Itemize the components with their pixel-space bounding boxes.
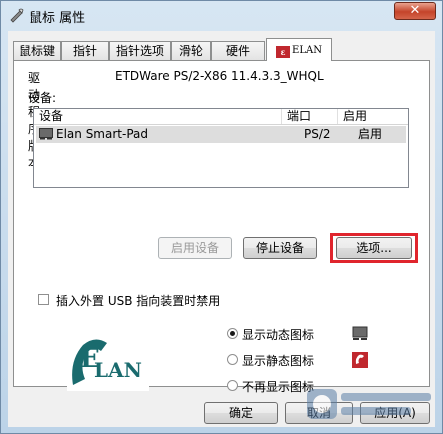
device-enabled: 启用 (358, 127, 383, 141)
mouse-icon (10, 8, 24, 23)
devices-label: 设备: (28, 91, 57, 105)
table-row[interactable]: Elan Smart-Pad PS/2 启用 (36, 126, 406, 143)
tab-hardware[interactable]: 硬件 (211, 41, 265, 60)
touchpad-gray-icon (352, 326, 368, 340)
radio-button[interactable] (227, 354, 238, 365)
apply-button[interactable]: 应用(A) (360, 402, 430, 424)
radio-label-static: 显示静态图标 (242, 354, 315, 368)
mouse-properties-dialog: 鼠标 属性 ✕ 鼠标键 指针 指针选项 滑轮 硬件 εELAN 驱动程序版本: … (0, 0, 443, 434)
radio-label-animated: 显示动态图标 (242, 328, 315, 342)
elan-logo-text: LAN (94, 358, 142, 382)
radio-button[interactable] (227, 380, 238, 391)
device-name: Elan Smart-Pad (56, 127, 148, 141)
dialog-client-area: 鼠标键 指针 指针选项 滑轮 硬件 εELAN 驱动程序版本: ETDWare … (8, 31, 435, 427)
usb-disable-checkbox[interactable] (38, 294, 49, 305)
usb-disable-label: 插入外置 USB 指向装置时禁用 (56, 294, 221, 308)
column-header-enabled[interactable]: 启用 (338, 109, 408, 124)
column-header-port[interactable]: 端口 (282, 109, 338, 124)
ok-button[interactable]: 确定 (204, 402, 278, 424)
tab-elan[interactable]: ε ELAN (266, 38, 332, 61)
tab-pointers[interactable]: 指针 (61, 41, 109, 60)
driver-version-value: ETDWare PS/2-X86 11.4.3.3_WHQL (115, 69, 324, 83)
column-header-device[interactable]: 设备 (34, 109, 282, 124)
radio-label-hide: 不再显示图标 (242, 380, 315, 394)
elan-red-icon (352, 352, 368, 368)
elan-logo: E LAN (67, 333, 149, 391)
stop-device-button[interactable]: 停止设备 (243, 237, 317, 259)
close-button[interactable]: ✕ (394, 2, 436, 20)
cancel-button[interactable]: 取消 (285, 402, 353, 424)
window-title: 鼠标 属性 (29, 11, 86, 26)
elan-tab-icon: ε (276, 46, 291, 58)
radio-button[interactable] (227, 328, 238, 339)
tab-elan-label: ELAN (292, 45, 322, 56)
tab-buttons[interactable]: 鼠标键 (13, 41, 61, 60)
title-bar[interactable]: 鼠标 属性 ✕ (1, 1, 442, 29)
elan-tab-panel: 驱动程序版本: ETDWare PS/2-X86 11.4.3.3_WHQL 设… (13, 60, 430, 394)
device-port: PS/2 (304, 127, 331, 141)
tab-pointer-options[interactable]: 指针选项 (109, 41, 171, 60)
device-list-header: 设备 端口 启用 (34, 109, 408, 125)
device-list[interactable]: 设备 端口 启用 Elan Smart-Pad PS/2 启用 (33, 108, 409, 188)
touchpad-icon (39, 128, 53, 140)
highlight-box (330, 233, 418, 263)
tab-wheel[interactable]: 滑轮 (171, 41, 211, 60)
enable-device-button[interactable]: 启用设备 (158, 237, 232, 259)
